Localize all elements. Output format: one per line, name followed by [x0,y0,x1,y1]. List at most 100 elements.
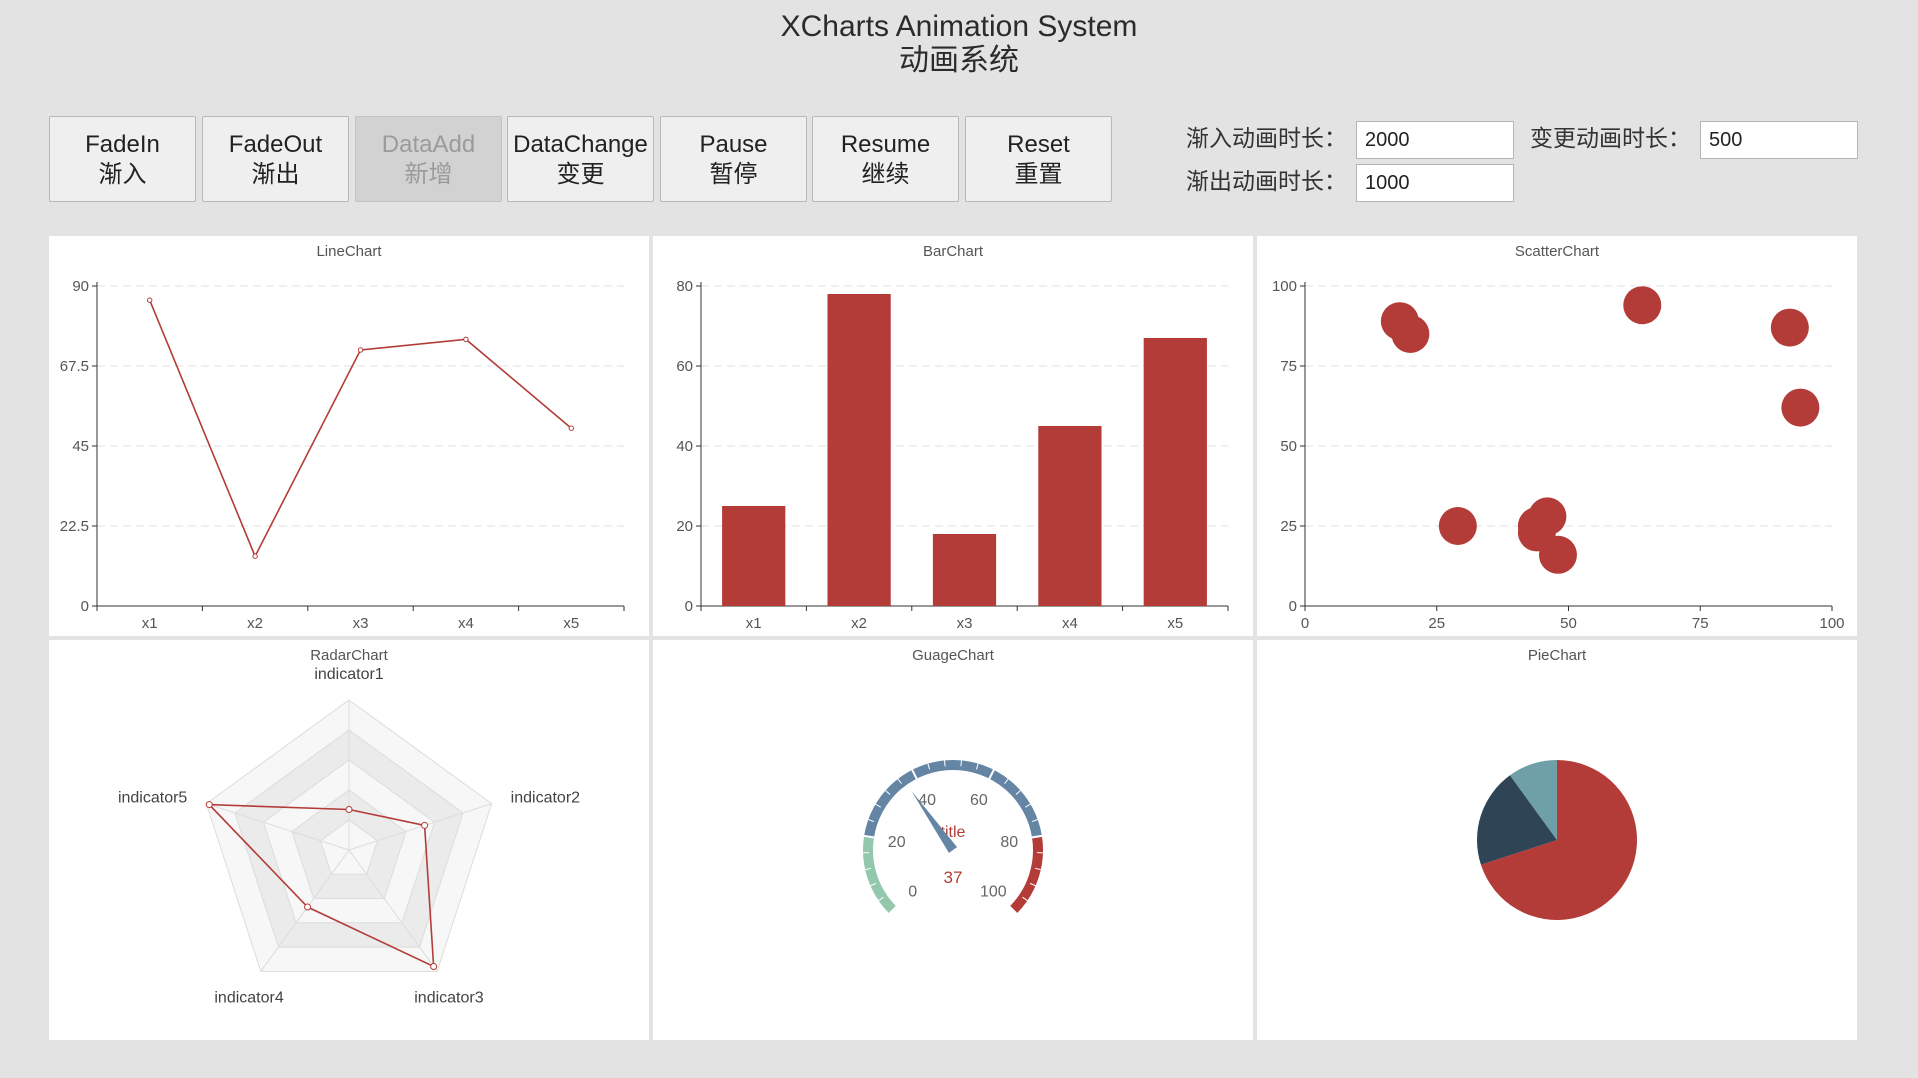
x-tick-label: x1 [142,615,158,632]
fadeout-label-en: FadeOut [228,131,323,158]
y-tick-label: 0 [685,598,693,615]
radar-point [205,801,213,809]
reset-button[interactable]: Reset 重置 [965,116,1112,202]
radar-indicator-label: indicator3 [414,990,483,1007]
fadein-button[interactable]: FadeIn 渐入 [49,116,196,202]
x-tick-label: x3 [353,615,369,632]
radar-point [421,821,429,829]
y-tick-label: 20 [676,518,693,535]
bar [1038,426,1102,606]
reset-label-en: Reset [1007,131,1070,158]
change-duration-label: 变更动画时长： [1530,125,1691,151]
resume-label-en: Resume [840,131,931,158]
bar [827,294,891,606]
bar-chart: 0 20 40 60 80 x1 x2 x3 x4 x5 [676,278,1229,632]
y-tick-label: 40 [676,438,693,455]
radar-indicator-label: indicator4 [214,990,283,1007]
scatter-point [1623,286,1662,325]
fadeout-button[interactable]: FadeOut 渐出 [202,116,349,202]
gauge-tick-label: 40 [918,792,936,809]
line-series [148,299,572,559]
scatter-point [1438,507,1477,545]
radar-indicator-label: indicator5 [118,789,187,806]
line-chart-panel: LineChart 0 22.5 45 67.5 90 x1 x2 x3 x4 x5 [49,236,649,636]
scatter-chart-panel: ScatterChart 0 25 50 75 100 0 25 50 75 100 [1257,236,1857,636]
x-tick-label: 100 [1819,615,1844,632]
resume-button[interactable]: Resume 继续 [812,116,959,202]
line-point [357,347,364,353]
resume-label-zh: 继续 [861,161,910,188]
y-tick-label: 100 [1272,278,1297,295]
fadeout-duration-input[interactable] [1356,164,1514,202]
radar-point [430,962,438,970]
line-chart-title: LineChart [316,243,382,260]
y-tick-label: 80 [676,278,693,295]
x-tick-label: x2 [851,615,867,632]
gauge-tick-label: 100 [980,883,1007,900]
scatter-point [1538,535,1577,574]
y-tick-label: 60 [676,358,693,375]
gauge-chart: 02040 6080100title37 [863,760,1043,915]
y-tick-label: 22.5 [60,518,89,535]
bar-chart-title: BarChart [922,243,984,260]
pie-chart-panel: PieChart [1257,640,1857,1040]
bar [1143,338,1207,606]
fadein-label-zh: 渐入 [98,161,147,188]
gauge-tick [960,760,962,767]
pause-button[interactable]: Pause 暂停 [660,116,807,202]
pause-label-zh: 暂停 [709,161,758,188]
pie-chart-title: PieChart [1527,647,1587,664]
line-point [568,425,574,431]
title-english: XCharts Animation System [780,10,1138,43]
datachange-button[interactable]: DataChange 变更 [507,116,654,202]
pause-label-en: Pause [699,131,768,158]
y-tick-label: 67.5 [60,358,89,375]
x-tick-label: 0 [1301,615,1309,632]
y-tick-label: 90 [72,278,89,295]
pie-chart [1477,760,1637,920]
scatter-chart: 0 25 50 75 100 0 25 50 75 100 [1272,278,1845,632]
y-tick-label: 0 [1289,598,1297,615]
x-tick-label: x4 [458,615,474,632]
radar-chart-panel: RadarChart indicator1 indicator2 indicator… [49,640,649,1040]
datachange-label-zh: 变更 [556,161,605,188]
bar [932,534,997,606]
x-tick-label: 25 [1428,615,1445,632]
line-point [147,297,153,303]
gauge-value-label: 37 [944,868,963,887]
x-tick-label: x2 [247,615,263,632]
line-point [252,553,258,559]
y-tick-label: 25 [1280,518,1297,535]
bar-chart-panel: BarChart 0 20 40 60 80 x1 x2 x3 x4 x5 [653,236,1253,636]
fadein-duration-label: 渐入动画时长： [1186,125,1347,151]
scatter-point [1781,388,1820,427]
radar-chart: indicator1 indicator2 indicator3 indicator4… [118,666,580,1007]
x-tick-label: x5 [1167,615,1183,632]
gauge-tick-label: 0 [908,883,917,900]
x-tick-label: x1 [746,615,762,632]
fadein-duration-input[interactable] [1356,121,1514,159]
fadeout-label-zh: 渐出 [251,161,300,188]
line-chart: 0 22.5 45 67.5 90 x1 x2 x3 x4 x5 [60,278,625,632]
x-tick-label: x3 [957,615,973,632]
gauge-tick-label: 80 [1000,834,1018,851]
gauge-tick-label: 20 [888,834,906,851]
change-duration-input[interactable] [1700,121,1858,159]
y-tick-label: 50 [1280,438,1297,455]
dataadd-label-en: DataAdd [381,131,476,158]
gauge-chart-panel: GuageChart 0 20 40 60 80 100 title 37 [653,640,1253,1040]
x-tick-label: 50 [1560,615,1577,632]
dataadd-label-zh: 新增 [404,161,453,188]
dataadd-button[interactable]: DataAdd 新增 [355,116,502,202]
page-title: XCharts Animation System 动画系统 [0,10,1918,78]
scatter-chart-title: ScatterChart [1514,243,1600,260]
fadeout-duration-label: 渐出动画时长： [1186,168,1347,194]
fadein-label-en: FadeIn [85,131,160,158]
bar [722,506,786,606]
y-tick-label: 45 [72,438,89,455]
gauge-chart-title: GuageChart [912,647,994,664]
scatter-point [1770,308,1809,347]
y-tick-label: 75 [1280,358,1297,375]
radar-indicator-label: indicator1 [314,666,383,683]
x-tick-label: x4 [1062,615,1078,632]
